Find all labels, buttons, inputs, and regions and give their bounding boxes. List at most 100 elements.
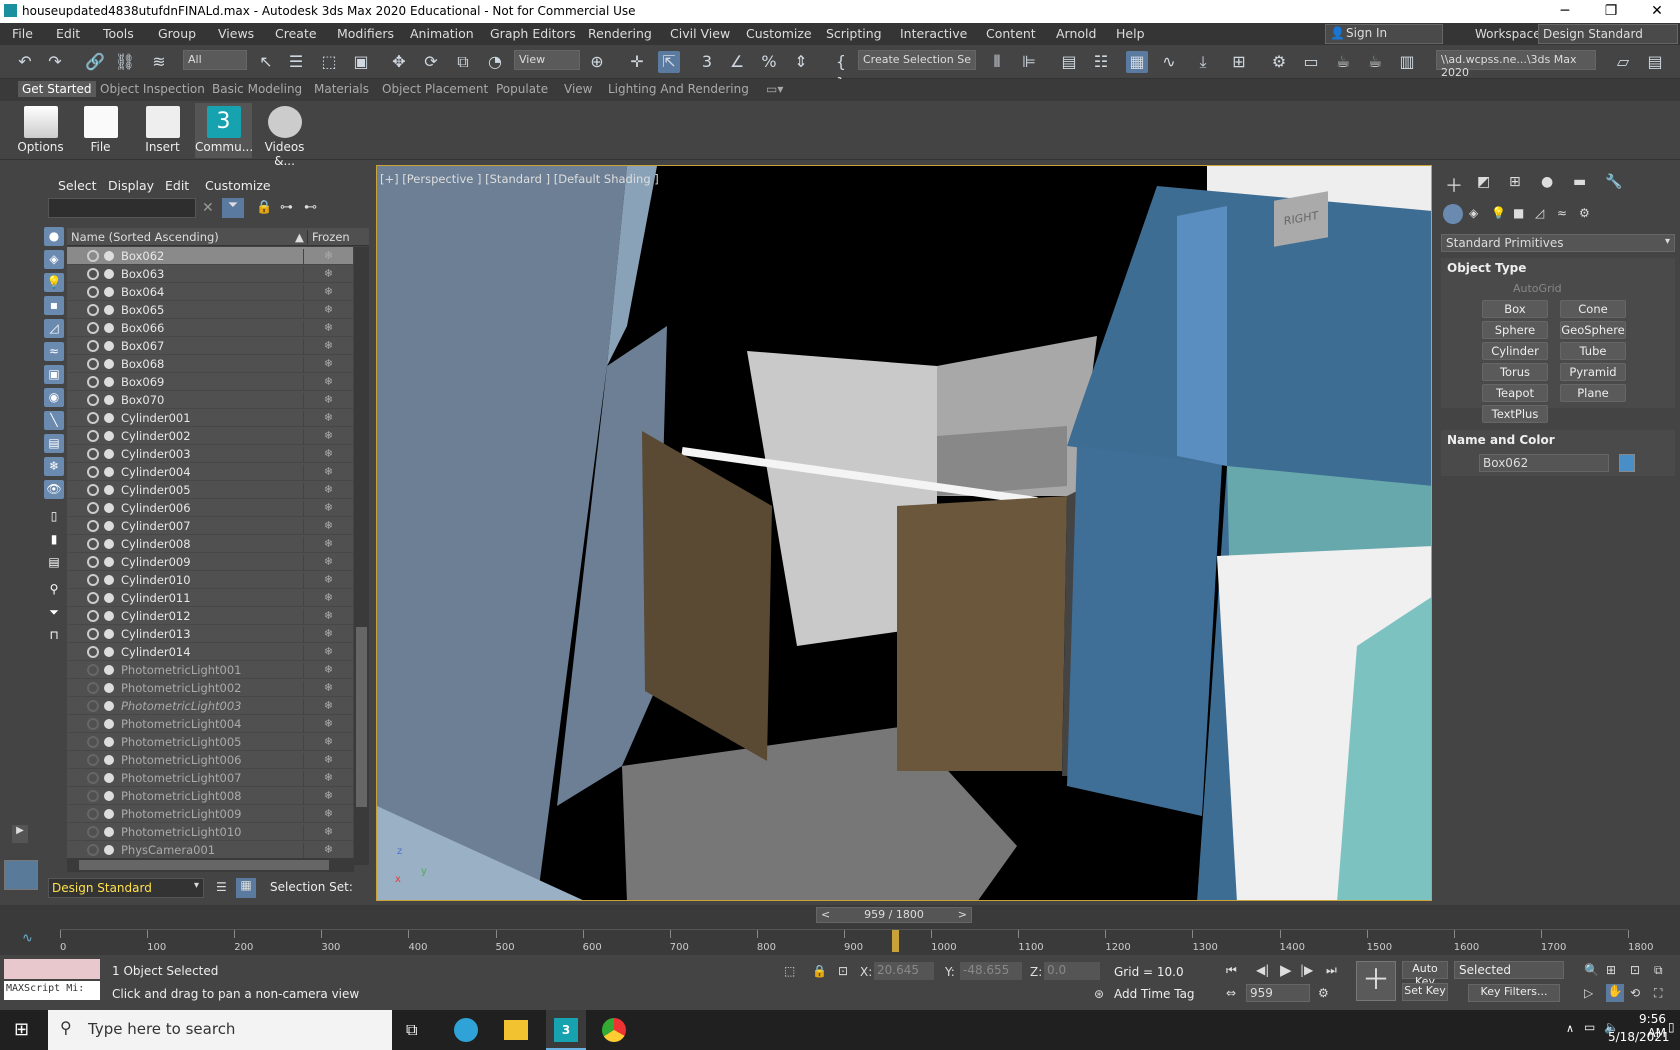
scene-row[interactable]: Cylinder005 ❄ <box>67 481 353 499</box>
visibility-eye-icon[interactable] <box>87 466 99 478</box>
freeze-icon[interactable]: ❄ <box>303 555 353 571</box>
current-frame-spinner[interactable]: 959 <box>1246 984 1310 1002</box>
plane-button[interactable]: Plane <box>1560 384 1626 402</box>
play-icon[interactable]: ▶ <box>1280 961 1292 979</box>
hidden-toggle-icon[interactable] <box>87 736 99 748</box>
create-tab-icon[interactable]: ＋ <box>1445 172 1463 198</box>
time-config-icon[interactable]: ⚙ <box>1318 986 1329 1000</box>
bind-spacewarp-icon[interactable]: ≋ <box>148 51 170 73</box>
hidden-toggle-icon[interactable] <box>87 700 99 712</box>
pyramid-button[interactable]: Pyramid <box>1560 363 1626 381</box>
scene-row[interactable]: Cylinder003 ❄ <box>67 445 353 463</box>
move-icon[interactable]: ✥ <box>388 51 410 73</box>
windows-start-icon[interactable]: ⊞ <box>14 1019 29 1040</box>
z-coord-field[interactable]: 0.0 <box>1044 962 1100 980</box>
absolute-mode-icon[interactable]: ⊡ <box>838 964 848 978</box>
visibility-eye-icon[interactable] <box>87 358 99 370</box>
auto-key-button[interactable]: Auto Key <box>1402 961 1448 988</box>
scene-row[interactable]: Cylinder006 ❄ <box>67 499 353 517</box>
scene-row[interactable]: Cylinder013 ❄ <box>67 625 353 643</box>
scene-list-hscroll[interactable] <box>67 858 354 872</box>
render-setup-icon[interactable]: ⚙ <box>1268 51 1290 73</box>
select-object-icon[interactable]: ↖ <box>255 51 277 73</box>
scene-row[interactable]: Box067 ❄ <box>67 337 353 355</box>
isolate-selection-icon[interactable]: ⬚ <box>784 964 795 978</box>
visibility-eye-icon[interactable] <box>87 574 99 586</box>
hierarchy-icon[interactable]: ⊶ <box>280 200 293 215</box>
tab-basic-modeling[interactable]: Basic Modeling <box>212 82 302 96</box>
viewport-label[interactable]: [+] [Perspective ] [Standard ] [Default … <box>380 172 659 186</box>
menu-graph-editors[interactable]: Graph Editors <box>490 26 576 41</box>
display-shapes-icon[interactable]: ◈ <box>44 250 64 269</box>
menu-rendering[interactable]: Rendering <box>588 26 652 41</box>
collapse-icon[interactable]: ⊷ <box>304 200 317 215</box>
autogrid-checkbox[interactable]: AutoGrid <box>1513 282 1562 295</box>
mirror-icon[interactable]: ⫴ <box>986 51 1008 73</box>
select-by-name-icon[interactable]: ☰ <box>285 51 307 73</box>
scene-row[interactable]: PhysCamera001 ❄ <box>67 841 353 859</box>
primitive-type-dropdown[interactable]: Standard Primitives ▾ <box>1441 234 1675 252</box>
display-cameras-icon[interactable]: ▪ <box>44 296 64 315</box>
menu-civil-view[interactable]: Civil View <box>670 26 730 41</box>
visibility-eye-icon[interactable] <box>87 484 99 496</box>
scale-icon[interactable]: ⧉ <box>452 51 474 73</box>
modify-tab-icon[interactable]: ◩ <box>1477 174 1490 190</box>
scene-row[interactable]: Box064 ❄ <box>67 283 353 301</box>
spinner-snap-icon[interactable]: ⇕ <box>790 51 812 73</box>
freeze-icon[interactable]: ❄ <box>303 339 353 355</box>
zoom-all-icon[interactable]: ⊞ <box>1606 963 1616 977</box>
fov-icon[interactable]: ▷ <box>1584 986 1593 1000</box>
hidden-toggle-icon[interactable] <box>87 682 99 694</box>
current-frame-marker[interactable] <box>892 930 900 952</box>
reference-coord-dropdown[interactable]: View <box>514 50 580 70</box>
teapot-button[interactable]: Teapot <box>1482 384 1548 402</box>
scene-menu-display[interactable]: Display <box>108 178 154 193</box>
visibility-eye-icon[interactable] <box>87 610 99 622</box>
freeze-icon[interactable]: ❄ <box>303 375 353 391</box>
goto-end-icon[interactable]: ⏭ <box>1326 963 1337 978</box>
y-coord-field[interactable]: -48.655 <box>960 962 1022 980</box>
freeze-icon[interactable]: ❄ <box>303 591 353 607</box>
3dsmax-taskbar-icon[interactable]: 3 <box>546 1010 586 1050</box>
perspective-viewport[interactable]: [+] [Perspective ] [Standard ] [Default … <box>376 165 1432 901</box>
layer-toggle-icon[interactable]: ⊓ <box>44 626 64 645</box>
freeze-icon[interactable]: ❄ <box>303 645 353 661</box>
render-cloud-icon[interactable]: ▥ <box>1396 51 1418 73</box>
visibility-eye-icon[interactable] <box>87 538 99 550</box>
keyboard-shortcut-icon[interactable]: ✛ <box>626 51 648 73</box>
pivot-center-icon[interactable]: ⊕ <box>586 51 608 73</box>
visibility-eye-icon[interactable] <box>87 556 99 568</box>
render-iterative-icon[interactable]: ☕ <box>1364 51 1386 73</box>
scene-layer-icon[interactable]: ▦ <box>236 878 256 898</box>
toggle-ribbon-icon[interactable]: ▦ <box>1126 51 1148 73</box>
scene-search-input[interactable] <box>48 198 196 218</box>
hidden-toggle-icon[interactable] <box>87 844 99 856</box>
chevron-down-icon[interactable]: ▾ <box>194 880 199 891</box>
visibility-eye-icon[interactable] <box>87 250 99 262</box>
options-button[interactable]: Options <box>12 103 69 158</box>
motion-tab-icon[interactable]: ● <box>1541 174 1553 190</box>
tab-object-inspection[interactable]: Object Inspection <box>100 82 205 96</box>
display-hidden-icon[interactable]: 👁 <box>44 480 64 499</box>
display-geometry-icon[interactable]: ● <box>44 227 64 246</box>
freeze-icon[interactable]: ❄ <box>303 843 353 859</box>
set-key-button[interactable]: Set Key <box>1402 983 1448 1001</box>
prev-key-icon[interactable]: ◀| <box>1256 963 1269 977</box>
selection-lock-icon[interactable]: 🔒 <box>812 964 827 978</box>
menu-modifiers[interactable]: Modifiers <box>337 26 394 41</box>
viewcube[interactable]: RIGHT <box>1274 191 1328 247</box>
time-slider[interactable]: < 959 / 1800 > <box>816 907 972 923</box>
visibility-eye-icon[interactable] <box>87 322 99 334</box>
scene-menu-select[interactable]: Select <box>58 178 97 193</box>
scene-row[interactable]: Box069 ❄ <box>67 373 353 391</box>
display-tab-icon[interactable]: ▬ <box>1573 174 1586 190</box>
schematic-view-icon[interactable]: ⤓ <box>1192 51 1214 73</box>
scene-row[interactable]: Box066 ❄ <box>67 319 353 337</box>
freeze-icon[interactable]: ❄ <box>303 663 353 679</box>
freeze-icon[interactable]: ❄ <box>303 249 353 265</box>
freeze-icon[interactable]: ❄ <box>303 609 353 625</box>
filter-icon[interactable]: ⏷ <box>222 198 244 218</box>
torus-button[interactable]: Torus <box>1482 363 1548 381</box>
scene-row[interactable]: Cylinder008 ❄ <box>67 535 353 553</box>
scene-menu-edit[interactable]: Edit <box>165 178 189 193</box>
